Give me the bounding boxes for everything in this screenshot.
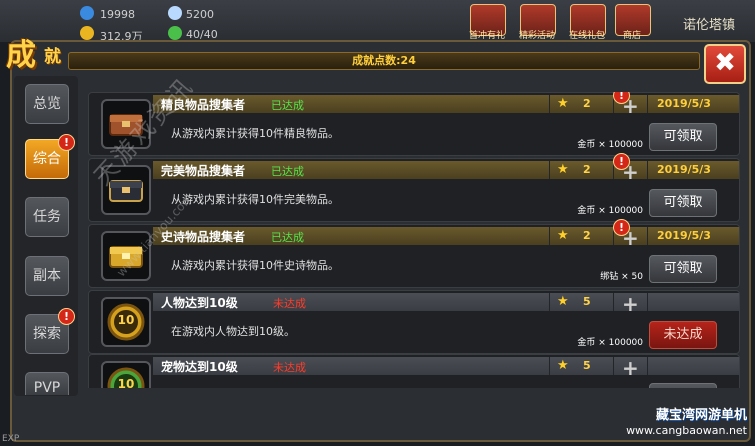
achievement-description: 在游戏内人物达到10级。	[171, 325, 295, 338]
hud-resource-1: 19998	[100, 8, 135, 21]
plus-icon: +	[622, 292, 639, 316]
gem-icon	[80, 6, 94, 20]
achievement-description: 从游戏内累计获得10件完美物品。	[171, 193, 339, 206]
coin-icon	[80, 26, 94, 40]
level-10-icon: 10	[101, 361, 151, 388]
achievement-reward: 金币 × 100000	[577, 338, 643, 348]
divider	[549, 161, 550, 179]
divider	[549, 95, 550, 113]
alert-badge-icon: !	[58, 308, 75, 325]
achievement-status: 未达成	[273, 361, 306, 374]
achievement-name: 人物达到10级	[161, 296, 238, 310]
game-hud: 19998 5200 312.9万 40/40 首冲有礼 精彩活动 在线礼包 商…	[0, 0, 755, 43]
achievement-reward: 绑钻 × 50	[600, 272, 643, 282]
star-count: 2	[583, 229, 591, 242]
achievement-points: 成就点数:24	[68, 52, 700, 70]
achievement-name: 史诗物品搜集者	[161, 230, 246, 244]
achievement-status: 已达成	[271, 99, 304, 112]
star-count: 5	[583, 359, 591, 372]
row-header-strip	[153, 357, 739, 375]
divider	[647, 227, 648, 245]
achievement-name: 完美物品搜集者	[161, 164, 246, 178]
achievement-status: 已达成	[271, 165, 304, 178]
star-icon: ★	[557, 294, 569, 309]
category-tabs: 总览 综合 ! 任务 副本 探索 ! PVP	[14, 76, 78, 396]
panel-title-main: 成	[6, 38, 36, 73]
not-achieved-button[interactable]: 未达成	[649, 321, 717, 349]
tab-dungeons[interactable]: 副本	[25, 256, 69, 296]
claim-button[interactable]: 可领取	[649, 189, 717, 217]
hud-resource-2: 5200	[186, 8, 214, 21]
achievement-description: 从游戏内累计获得10件精良物品。	[171, 127, 339, 140]
plus-icon: +	[622, 356, 639, 380]
claim-button[interactable]: 可领取	[649, 123, 717, 151]
achievement-row: 史诗物品搜集者 已达成 ★ 2 + ! 2019/5/3 从游戏内累计获得10件…	[88, 219, 740, 288]
achievement-row: 10 人物达到10级 未达成 ★ 5 + 在游戏内人物达到10级。 金币 × 1…	[88, 290, 740, 354]
star-icon: ★	[557, 96, 569, 111]
row-header-strip	[153, 293, 739, 311]
site-logo-text: 藏宝湾网游单机	[655, 408, 747, 423]
player-name: 诺伦塔镇	[682, 18, 735, 33]
achievement-reward: 金币 × 100000	[577, 206, 643, 216]
level-badge-text: 10	[117, 313, 135, 327]
tab-overview[interactable]: 总览	[25, 84, 69, 124]
achievement-date: 2019/5/3	[657, 163, 711, 176]
panel-title-sub: 就	[44, 47, 61, 67]
alert-badge-icon: !	[58, 134, 75, 151]
divider	[549, 227, 550, 245]
star-count: 2	[583, 97, 591, 110]
star-count: 5	[583, 295, 591, 308]
star-count: 2	[583, 163, 591, 176]
achievement-status: 未达成	[273, 297, 306, 310]
divider	[613, 357, 614, 375]
exp-label: EXP	[2, 434, 20, 444]
alert-badge-icon: !	[613, 219, 630, 236]
star-icon: ★	[557, 228, 569, 243]
close-button[interactable]: ✖	[704, 44, 746, 84]
diamond-icon	[168, 6, 182, 20]
star-icon: ★	[557, 358, 569, 373]
achievement-row: 10 宠物达到10级 未达成 ★ 5 +	[88, 354, 740, 388]
site-logo-url: www.cangbaowan.net	[626, 424, 747, 437]
divider	[647, 161, 648, 179]
divider	[549, 293, 550, 311]
energy-icon	[168, 26, 182, 40]
tab-quests[interactable]: 任务	[25, 197, 69, 237]
achievement-date: 2019/5/3	[657, 97, 711, 110]
level-10-icon: 10	[101, 297, 151, 347]
achievement-status: 已达成	[271, 231, 304, 244]
alert-badge-icon: !	[613, 153, 630, 170]
achievement-reward: 金币 × 100000	[577, 140, 643, 150]
achievement-name: 宠物达到10级	[161, 360, 238, 374]
divider	[647, 293, 648, 311]
achievement-date: 2019/5/3	[657, 229, 711, 242]
claim-button[interactable]	[649, 383, 717, 388]
claim-button[interactable]: 可领取	[649, 255, 717, 283]
achievement-row: 完美物品搜集者 已达成 ★ 2 + ! 2019/5/3 从游戏内累计获得10件…	[88, 153, 740, 222]
divider	[613, 293, 614, 311]
achievement-description: 从游戏内累计获得10件史诗物品。	[171, 259, 339, 272]
divider	[647, 357, 648, 375]
tab-pvp[interactable]: PVP	[25, 372, 69, 395]
star-icon: ★	[557, 162, 569, 177]
divider	[549, 357, 550, 375]
level-badge-text: 10	[117, 377, 135, 388]
divider	[647, 95, 648, 113]
achievement-list: 精良物品搜集者 已达成 ★ 2 + ! 2019/5/3 从游戏内累计获得10件…	[88, 92, 740, 388]
